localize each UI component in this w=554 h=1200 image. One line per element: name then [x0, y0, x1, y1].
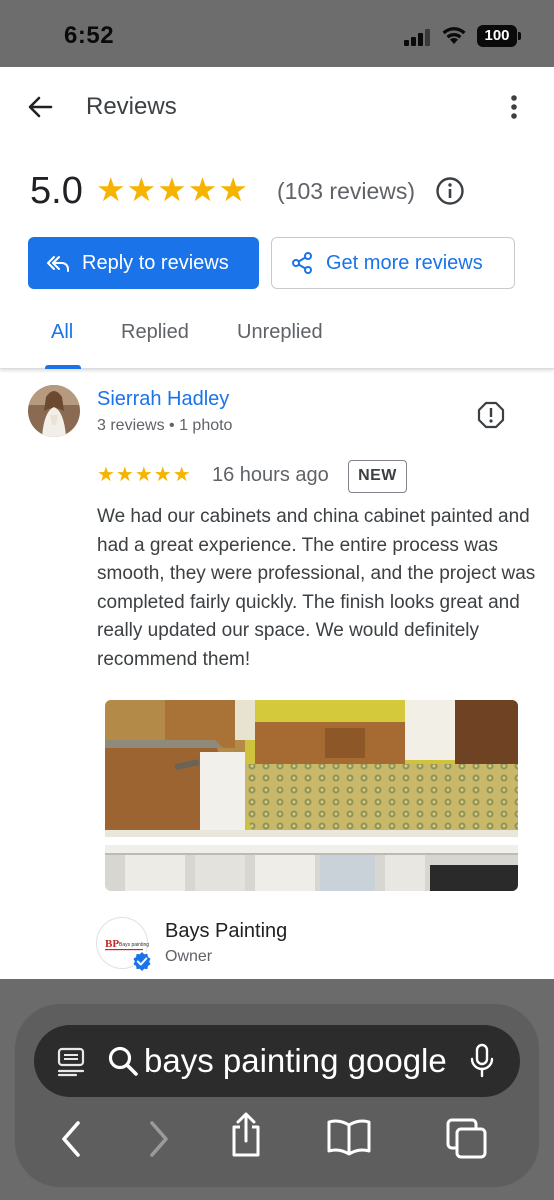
microphone-icon[interactable] — [468, 1043, 496, 1079]
owner-role: Owner — [165, 948, 213, 965]
reply-to-reviews-label: Reply to reviews — [82, 251, 229, 274]
battery-indicator: 100 — [477, 25, 521, 47]
selected-tab-indicator — [45, 365, 81, 369]
back-arrow-icon[interactable] — [24, 91, 56, 123]
page-title: Reviews — [86, 93, 177, 120]
review-stars: ★★★★★ — [97, 464, 192, 486]
tab-unreplied[interactable]: Unreplied — [237, 321, 323, 344]
reply-to-reviews-button[interactable]: Reply to reviews — [28, 237, 259, 289]
new-badge: NEW — [348, 460, 407, 493]
review-time: 16 hours ago — [212, 464, 329, 486]
reviewer-meta: 3 reviews • 1 photo — [97, 417, 233, 434]
tab-replied[interactable]: Replied — [121, 321, 189, 344]
address-bar[interactable]: bays painting google — [34, 1025, 520, 1097]
get-more-reviews-button[interactable]: Get more reviews — [271, 237, 515, 289]
reply-all-icon — [47, 256, 69, 272]
avatar[interactable] — [28, 385, 80, 437]
svg-text:Bays painting: Bays painting — [119, 942, 149, 948]
get-more-reviews-label: Get more reviews — [326, 251, 483, 274]
share-icon — [292, 252, 312, 274]
tabs-overview-icon[interactable] — [56, 1046, 86, 1078]
browser-toolbar: bays painting google — [14, 1003, 540, 1188]
review-text: We had our cabinets and china cabinet pa… — [97, 506, 536, 670]
average-rating: 5.0 — [30, 170, 83, 212]
reviews-screen: Reviews 5.0 ★★★★★ (103 reviews) Reply to… — [0, 67, 554, 979]
browser-back-icon[interactable] — [58, 1119, 84, 1159]
top-app-bar: Reviews — [0, 67, 554, 147]
rating-summary: 5.0 ★★★★★ (103 reviews) — [30, 167, 530, 217]
cellular-signal-icon — [404, 28, 434, 46]
review-photo-cabinets[interactable] — [105, 845, 518, 891]
address-bar-text[interactable]: bays painting google — [144, 1041, 464, 1081]
info-icon[interactable] — [434, 175, 466, 207]
browser-forward-icon[interactable] — [146, 1119, 172, 1159]
reviews-count: (103 reviews) — [277, 178, 416, 204]
owner-name: Bays Painting — [165, 920, 288, 942]
rating-stars: ★★★★★ — [96, 171, 249, 208]
report-icon[interactable] — [477, 401, 505, 429]
bookmarks-icon[interactable] — [326, 1117, 372, 1157]
svg-text:BP: BP — [105, 938, 119, 950]
status-time: 6:52 — [64, 22, 115, 49]
more-vert-icon[interactable] — [502, 91, 526, 123]
status-bar: 6:52 100 — [0, 0, 554, 67]
tab-all[interactable]: All — [51, 321, 73, 344]
wifi-icon — [442, 27, 466, 44]
verified-icon — [131, 950, 153, 972]
review-filter-tabs: All Replied Unreplied — [0, 307, 554, 369]
owner-avatar: BP Bays painting — [96, 917, 153, 972]
tabs-icon[interactable] — [444, 1116, 490, 1162]
reviewer-name[interactable]: Sierrah Hadley — [97, 388, 229, 411]
search-icon — [108, 1046, 138, 1076]
review-photo-kitchen[interactable] — [105, 700, 518, 837]
share-browser-icon[interactable] — [228, 1111, 264, 1159]
